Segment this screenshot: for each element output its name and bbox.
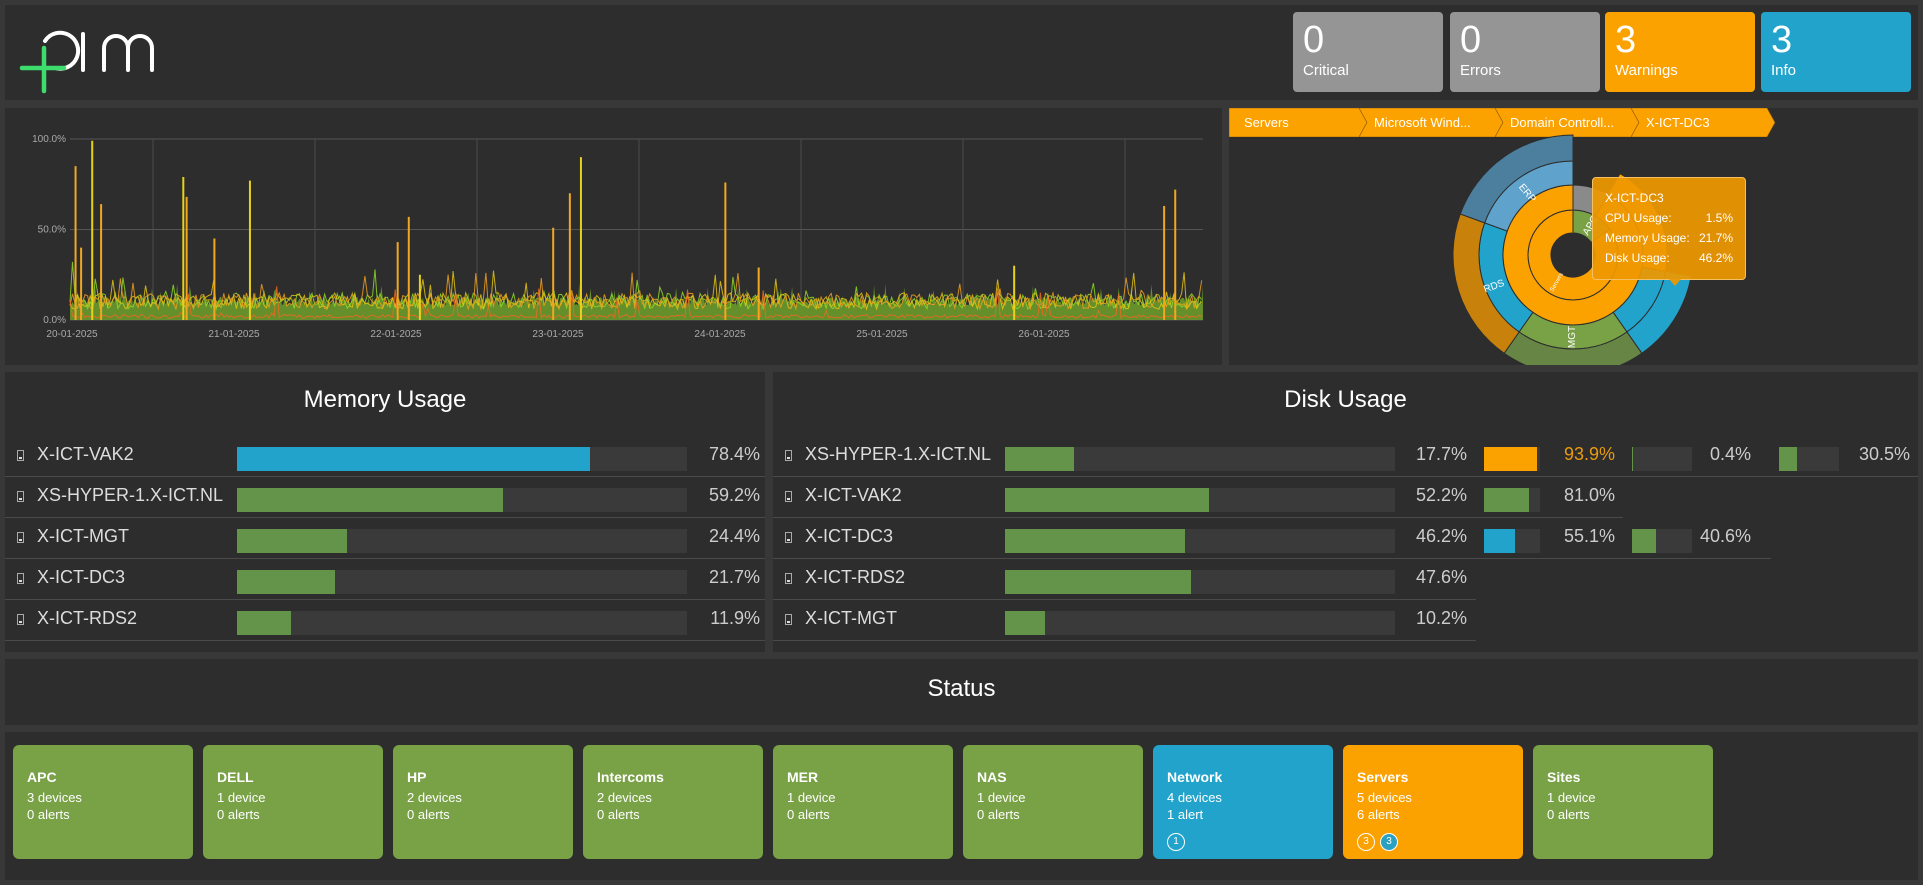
status-card-nas[interactable]: NAS 1 device0 alerts xyxy=(963,745,1143,859)
counter-label: Info xyxy=(1771,62,1901,80)
status-card-mer[interactable]: MER 1 device0 alerts xyxy=(773,745,953,859)
status-card-alerts: 0 alerts xyxy=(977,806,1129,823)
sunburst-panel: ServersMicrosoft Wind...Domain Controll.… xyxy=(1229,108,1918,365)
status-card-devices: 4 devices xyxy=(1167,789,1319,806)
status-card-name: APC xyxy=(27,769,179,786)
row-divider xyxy=(773,600,1476,641)
x-tick-label: 23-01-2025 xyxy=(532,329,584,340)
status-card-name: NAS xyxy=(977,769,1129,786)
status-card-devices: 1 device xyxy=(977,789,1129,806)
sunburst-tooltip: X-ICT-DC3 CPU Usage:1.5% Memory Usage:21… xyxy=(1592,177,1746,280)
y-tick-label: 0.0% xyxy=(43,315,66,326)
row-divider xyxy=(773,436,1918,477)
logo-letter-p xyxy=(45,33,78,69)
status-card-alerts: 1 alert xyxy=(1167,806,1319,823)
status-card-name: HP xyxy=(407,769,559,786)
alert-count-badge[interactable]: 3 xyxy=(1380,833,1398,851)
counter-value: 3 xyxy=(1771,18,1901,62)
status-card-alerts: 0 alerts xyxy=(217,806,369,823)
row-divider xyxy=(5,436,765,477)
counter-critical[interactable]: 0Critical xyxy=(1293,12,1443,92)
status-card-devices: 2 devices xyxy=(597,789,749,806)
status-title: Status xyxy=(5,675,1918,703)
memory-usage-title: Memory Usage xyxy=(5,386,765,414)
row-divider xyxy=(5,600,765,641)
x-tick-label: 20-01-2025 xyxy=(46,329,98,340)
x-tick-label: 22-01-2025 xyxy=(370,329,422,340)
plus-icon xyxy=(22,48,64,91)
x-tick-label: 25-01-2025 xyxy=(856,329,908,340)
status-card-hp[interactable]: HP 2 devices0 alerts xyxy=(393,745,573,859)
row-divider xyxy=(773,518,1771,559)
status-card-devices: 1 device xyxy=(217,789,369,806)
tooltip-row-disk: Disk Usage:46.2% xyxy=(1605,248,1733,268)
row-divider xyxy=(773,477,1623,518)
tooltip-arrow xyxy=(1669,279,1681,286)
status-panel: APC3 devices0 alertsDELL1 device0 alerts… xyxy=(5,732,1918,880)
status-card-alerts: 0 alerts xyxy=(787,806,939,823)
x-tick-label: 26-01-2025 xyxy=(1018,329,1070,340)
status-card-devices: 2 devices xyxy=(407,789,559,806)
status-card-name: MER xyxy=(787,769,939,786)
status-card-apc[interactable]: APC 3 devices0 alerts xyxy=(13,745,193,859)
y-tick-label: 50.0% xyxy=(38,225,66,236)
counter-label: Warnings xyxy=(1615,62,1745,80)
status-card-devices: 1 device xyxy=(1547,789,1699,806)
status-card-name: DELL xyxy=(217,769,369,786)
status-card-network[interactable]: Network 4 devices1 alert 1 xyxy=(1153,745,1333,859)
header-panel: 0Critical0Errors3Warnings3Info xyxy=(5,5,1918,100)
counter-value: 0 xyxy=(1460,18,1590,62)
status-card-servers[interactable]: Servers 5 devices6 alerts 33 xyxy=(1343,745,1523,859)
cpu-usage-chart-panel: 0.0% 50.0% 100.0% 20-01-2025 21-01-2025 22-01… xyxy=(5,108,1222,365)
counter-label: Errors xyxy=(1460,62,1590,80)
counter-value: 3 xyxy=(1615,18,1745,62)
tooltip-title: X-ICT-DC3 xyxy=(1605,188,1733,208)
tooltip-row-memory: Memory Usage:21.7% xyxy=(1605,228,1733,248)
counter-errors[interactable]: 0Errors xyxy=(1450,12,1600,92)
cpu-usage-chart[interactable]: 0.0% 50.0% 100.0% 20-01-2025 21-01-2025 22-01… xyxy=(5,108,1222,365)
status-card-devices: 3 devices xyxy=(27,789,179,806)
status-card-intercoms[interactable]: Intercoms 2 devices0 alerts xyxy=(583,745,763,859)
status-card-alerts: 6 alerts xyxy=(1357,806,1509,823)
alert-count-badge[interactable]: 3 xyxy=(1357,833,1375,851)
status-card-name: Sites xyxy=(1547,769,1699,786)
sunburst-label-mgt: MGT xyxy=(1567,326,1578,348)
status-card-alerts: 0 alerts xyxy=(407,806,559,823)
disk-usage-title: Disk Usage xyxy=(773,386,1918,414)
alert-badges: 1 xyxy=(1167,833,1319,851)
memory-usage-panel: Memory Usage X-ICT-VAK278.4%XS-HYPER-1.X… xyxy=(5,372,765,652)
status-card-dell[interactable]: DELL 1 device0 alerts xyxy=(203,745,383,859)
counter-value: 0 xyxy=(1303,18,1433,62)
status-card-sites[interactable]: Sites 1 device0 alerts xyxy=(1533,745,1713,859)
y-tick-label: 100.0% xyxy=(32,134,66,145)
status-card-name: Intercoms xyxy=(597,769,749,786)
sunburst-chart[interactable]: ERPRDSMGTAPCServers xyxy=(1229,108,1918,365)
status-card-alerts: 0 alerts xyxy=(1547,806,1699,823)
logo-letter-m xyxy=(104,36,152,70)
status-card-alerts: 0 alerts xyxy=(597,806,749,823)
counter-info[interactable]: 3Info xyxy=(1761,12,1911,92)
status-card-name: Network xyxy=(1167,769,1319,786)
x-tick-label: 21-01-2025 xyxy=(208,329,260,340)
row-divider xyxy=(773,559,1476,600)
row-divider xyxy=(5,559,765,600)
disk-usage-panel: Disk Usage XS-HYPER-1.X-ICT.NL17.7%93.9%… xyxy=(773,372,1918,652)
x-tick-label: 24-01-2025 xyxy=(694,329,746,340)
alert-badges: 33 xyxy=(1357,833,1509,851)
status-card-name: Servers xyxy=(1357,769,1509,786)
status-card-devices: 1 device xyxy=(787,789,939,806)
pim-logo[interactable] xyxy=(19,20,199,95)
counter-warnings[interactable]: 3Warnings xyxy=(1605,12,1755,92)
row-divider xyxy=(5,518,765,559)
status-card-devices: 5 devices xyxy=(1357,789,1509,806)
counter-label: Critical xyxy=(1303,62,1433,80)
status-card-alerts: 0 alerts xyxy=(27,806,179,823)
status-header: Status xyxy=(5,659,1918,725)
tooltip-row-cpu: CPU Usage:1.5% xyxy=(1605,208,1733,228)
row-divider xyxy=(5,477,765,518)
alert-count-badge[interactable]: 1 xyxy=(1167,833,1185,851)
